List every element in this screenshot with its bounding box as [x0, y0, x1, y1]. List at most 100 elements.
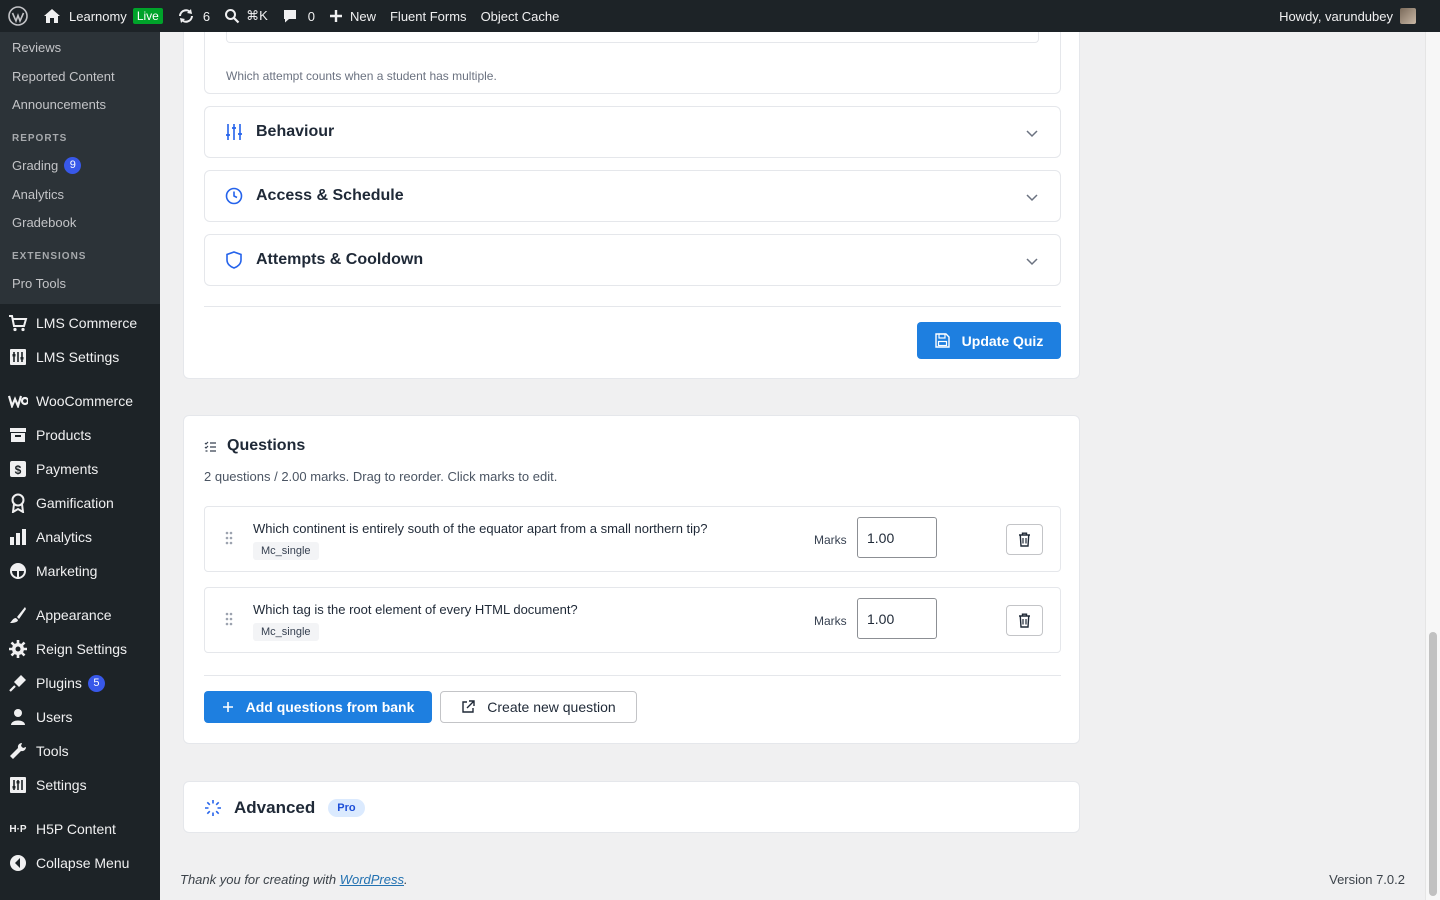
- menu-h5p-content[interactable]: H·P H5P Content: [0, 812, 160, 846]
- live-badge: Live: [132, 8, 163, 24]
- avatar: [1400, 8, 1416, 24]
- list-check-icon: [204, 441, 217, 452]
- submenu-reported-content[interactable]: Reported Content: [0, 62, 160, 90]
- section-title: Behaviour: [256, 123, 335, 140]
- update-quiz-button[interactable]: Update Quiz: [917, 322, 1061, 359]
- menu-lms-settings[interactable]: LMS Settings: [0, 340, 160, 374]
- fluent-forms-link[interactable]: Fluent Forms: [383, 0, 474, 32]
- shield-icon: [224, 250, 244, 270]
- search-shortcut-label: ⌘K: [246, 8, 268, 23]
- menu-label: Marketing: [36, 563, 98, 579]
- add-from-bank-label: Add questions from bank: [245, 699, 415, 715]
- advanced-card[interactable]: Advanced Pro: [183, 781, 1080, 833]
- wrench-icon: [8, 741, 28, 761]
- brush-icon: [8, 605, 28, 625]
- attempt-policy-select[interactable]: [226, 32, 1039, 43]
- submenu-gradebook[interactable]: Gradebook: [0, 208, 160, 236]
- menu-settings[interactable]: Settings: [0, 768, 160, 802]
- drag-handle-icon[interactable]: [225, 612, 233, 631]
- submenu-pro-tools[interactable]: Pro Tools: [0, 268, 160, 298]
- section-title: Access & Schedule: [256, 187, 404, 204]
- menu-gamification[interactable]: Gamification: [0, 486, 160, 520]
- footer-thanks: Thank you for creating with WordPress.: [180, 872, 408, 887]
- menu-appearance[interactable]: Appearance: [0, 598, 160, 632]
- plugins-update-badge: 5: [87, 674, 105, 692]
- menu-analytics[interactable]: Analytics: [0, 520, 160, 554]
- collapse-menu-button[interactable]: Collapse Menu: [0, 846, 160, 880]
- drag-handle-icon[interactable]: [225, 531, 233, 550]
- footer-thanks-suffix: .: [404, 872, 408, 887]
- user-icon: [8, 707, 28, 727]
- menu-label: WooCommerce: [36, 393, 133, 409]
- section-attempts-cooldown[interactable]: Attempts & Cooldown: [204, 234, 1061, 286]
- menu-woocommerce[interactable]: WooCommerce: [0, 384, 160, 418]
- menu-tools[interactable]: Tools: [0, 734, 160, 768]
- marks-label: Marks: [814, 533, 847, 547]
- site-name-link[interactable]: Learnomy Live: [36, 0, 170, 32]
- attempt-policy-field: Which attempt counts when a student has …: [204, 32, 1061, 94]
- chevron-down-icon: [1026, 253, 1038, 271]
- submenu-reviews[interactable]: Reviews: [0, 32, 160, 62]
- divider: [204, 675, 1061, 676]
- menu-payments[interactable]: $ Payments: [0, 452, 160, 486]
- add-questions-from-bank-button[interactable]: Add questions from bank: [204, 691, 432, 723]
- question-row[interactable]: Which continent is entirely south of the…: [204, 506, 1061, 572]
- create-new-question-button[interactable]: Create new question: [440, 691, 637, 723]
- menu-label: Tools: [36, 743, 69, 759]
- menu-users[interactable]: Users: [0, 700, 160, 734]
- wordpress-logo-icon[interactable]: [0, 0, 36, 32]
- submenu-announcements[interactable]: Announcements: [0, 90, 160, 118]
- save-icon: [934, 333, 950, 348]
- menu-reign-settings[interactable]: Reign Settings: [0, 632, 160, 666]
- menu-lms-commerce[interactable]: LMS Commerce: [0, 306, 160, 340]
- comments-link[interactable]: 0: [275, 0, 322, 32]
- marks-input[interactable]: [857, 517, 937, 558]
- question-type-tag: Mc_single: [253, 623, 319, 641]
- svg-text:$: $: [15, 463, 22, 477]
- delete-question-button[interactable]: [1006, 605, 1043, 636]
- wordpress-link[interactable]: WordPress: [340, 872, 404, 887]
- menu-label: Appearance: [36, 607, 112, 623]
- section-access-schedule[interactable]: Access & Schedule: [204, 170, 1061, 222]
- grading-label: Grading: [12, 157, 59, 173]
- search-icon: [224, 8, 240, 24]
- bar-chart-icon: [8, 527, 28, 547]
- trash-icon: [1018, 532, 1031, 547]
- submenu-grading[interactable]: Grading 9: [0, 150, 160, 180]
- menu-plugins[interactable]: Plugins 5: [0, 666, 160, 700]
- object-cache-link[interactable]: Object Cache: [474, 0, 567, 32]
- menu-label: Reign Settings: [36, 641, 128, 657]
- question-row[interactable]: Which tag is the root element of every H…: [204, 587, 1061, 653]
- delete-question-button[interactable]: [1006, 524, 1043, 555]
- advanced-title: Advanced: [234, 798, 316, 817]
- new-content-link[interactable]: New: [322, 0, 383, 32]
- menu-label: Settings: [36, 777, 87, 793]
- question-type-tag: Mc_single: [253, 542, 319, 560]
- menu-label: LMS Commerce: [36, 315, 138, 331]
- chevron-down-icon: [1026, 189, 1038, 207]
- menu-label: Analytics: [36, 529, 93, 545]
- question-text: Which continent is entirely south of the…: [253, 521, 708, 536]
- scrollbar-thumb[interactable]: [1429, 632, 1437, 896]
- updates-link[interactable]: 6: [170, 0, 217, 32]
- question-text: Which tag is the root element of every H…: [253, 602, 578, 617]
- extensions-heading: EXTENSIONS: [12, 251, 87, 262]
- comments-count: 0: [307, 8, 315, 24]
- reports-heading: REPORTS: [12, 133, 68, 144]
- account-menu[interactable]: Howdy, varundubey: [1272, 0, 1440, 32]
- plus-icon: [329, 9, 343, 23]
- menu-marketing[interactable]: Marketing: [0, 554, 160, 588]
- search-shortcut[interactable]: ⌘K: [217, 0, 275, 32]
- marks-input[interactable]: [857, 598, 937, 639]
- menu-products[interactable]: Products: [0, 418, 160, 452]
- dollar-icon: $: [8, 459, 28, 479]
- questions-heading: Questions: [204, 437, 305, 455]
- menu-label: Collapse Menu: [36, 855, 130, 871]
- section-behaviour[interactable]: Behaviour: [204, 106, 1061, 158]
- submenu-analytics[interactable]: Analytics: [0, 180, 160, 208]
- divider: [204, 306, 1061, 307]
- chevron-down-icon: [1026, 125, 1038, 143]
- menu-separator: [0, 374, 160, 384]
- home-icon: [43, 8, 61, 24]
- sliders-icon: [224, 122, 244, 142]
